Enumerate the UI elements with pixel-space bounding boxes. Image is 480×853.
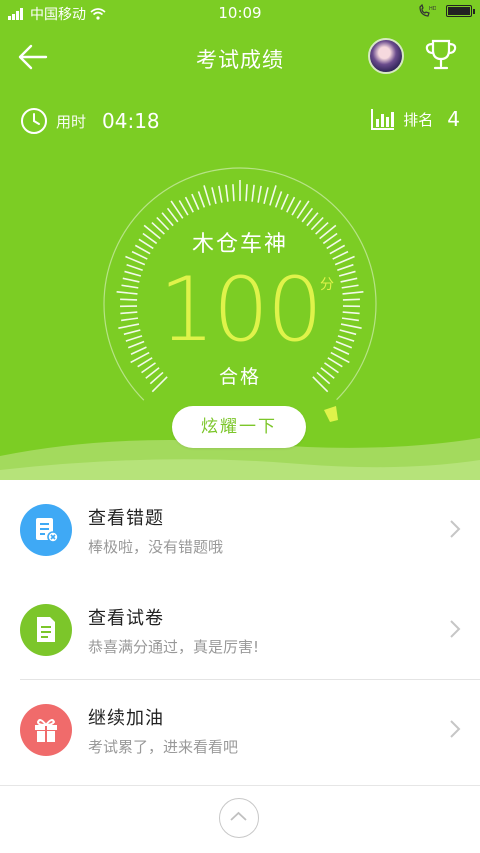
show-off-button[interactable]: 炫耀一下 <box>172 406 306 448</box>
gauge-tick <box>225 184 229 202</box>
nav-header: 考试成绩 <box>0 30 480 84</box>
chevron-up-icon <box>230 811 247 821</box>
clock: 10:09 <box>218 4 262 22</box>
score-unit: 分 <box>320 277 334 293</box>
item-title: 查看错题 <box>88 508 164 529</box>
battery-icon <box>446 5 475 17</box>
gauge-tick <box>218 185 223 203</box>
list-item-exam-paper[interactable]: 查看试卷 恭喜满分通过，真是厉害! <box>0 580 480 680</box>
status-bar: 中国移动 10:09 HD <box>0 0 480 26</box>
gauge-tick <box>280 193 289 210</box>
gauge-tick <box>269 185 277 206</box>
gift-icon <box>20 704 72 756</box>
wrong-questions-icon <box>20 504 72 556</box>
item-subtitle: 考试累了，进来看看吧 <box>88 738 239 756</box>
gauge-tick <box>203 185 211 206</box>
gauge-tick <box>291 200 302 216</box>
rank-label: 排名 <box>403 110 434 129</box>
score-value: 100 <box>159 258 323 361</box>
chevron-right-icon <box>450 620 461 638</box>
stats-row: 用时 04:18 排名 4 <box>0 104 480 140</box>
gauge-tick <box>232 184 235 202</box>
item-subtitle: 棒极啦，没有错题哦 <box>88 538 224 556</box>
item-title: 查看试卷 <box>88 608 164 629</box>
exam-paper-icon <box>20 604 72 656</box>
gauge-pointer-icon <box>324 406 338 422</box>
rank-value: 4 <box>447 107 460 131</box>
gauge-tick <box>191 193 200 210</box>
elapsed-time: 用时 04:18 <box>20 107 160 135</box>
clock-icon <box>21 108 47 134</box>
result-hero: 中国移动 10:09 HD 考试成绩 用时 04:18 排名 4 木仓车神 10… <box>0 0 480 480</box>
gauge-tick <box>197 191 206 208</box>
gauge-tick <box>211 187 217 205</box>
gauge-tick <box>257 185 262 203</box>
gauge-tick <box>251 184 255 202</box>
action-list: 查看错题 棒极啦，没有错题哦 查看试卷 恭喜满分通过，真是厉害! 继续加油 考试… <box>0 480 480 780</box>
avatar[interactable] <box>368 38 404 74</box>
gauge-tick <box>263 187 269 205</box>
list-item-keep-going[interactable]: 继续加油 考试累了，进来看看吧 <box>0 680 480 780</box>
user-name: 木仓车神 <box>191 232 288 257</box>
item-subtitle: 恭喜满分通过，真是厉害! <box>88 638 260 656</box>
time-value: 04:18 <box>102 109 160 133</box>
bar-chart-icon <box>371 109 395 130</box>
gauge-tick <box>184 196 194 213</box>
page-title: 考试成绩 <box>196 48 284 72</box>
item-title: 继续加油 <box>88 708 164 729</box>
bottom-divider <box>0 785 480 786</box>
scroll-up-button[interactable] <box>219 798 259 838</box>
gauge-tick <box>178 200 189 216</box>
chevron-right-icon <box>450 520 461 538</box>
time-label: 用时 <box>56 112 87 131</box>
rank: 排名 4 <box>371 107 460 131</box>
hd-call-icon: HD <box>419 4 436 17</box>
gauge-tick <box>245 184 248 202</box>
gauge-tick <box>274 191 283 208</box>
gauge-tick <box>286 196 296 213</box>
chevron-right-icon <box>450 720 461 738</box>
svg-text:HD: HD <box>429 6 436 12</box>
trophy-icon[interactable] <box>422 36 460 74</box>
pass-status: 合格 <box>218 366 261 388</box>
list-item-wrong-questions[interactable]: 查看错题 棒极啦，没有错题哦 <box>0 480 480 580</box>
